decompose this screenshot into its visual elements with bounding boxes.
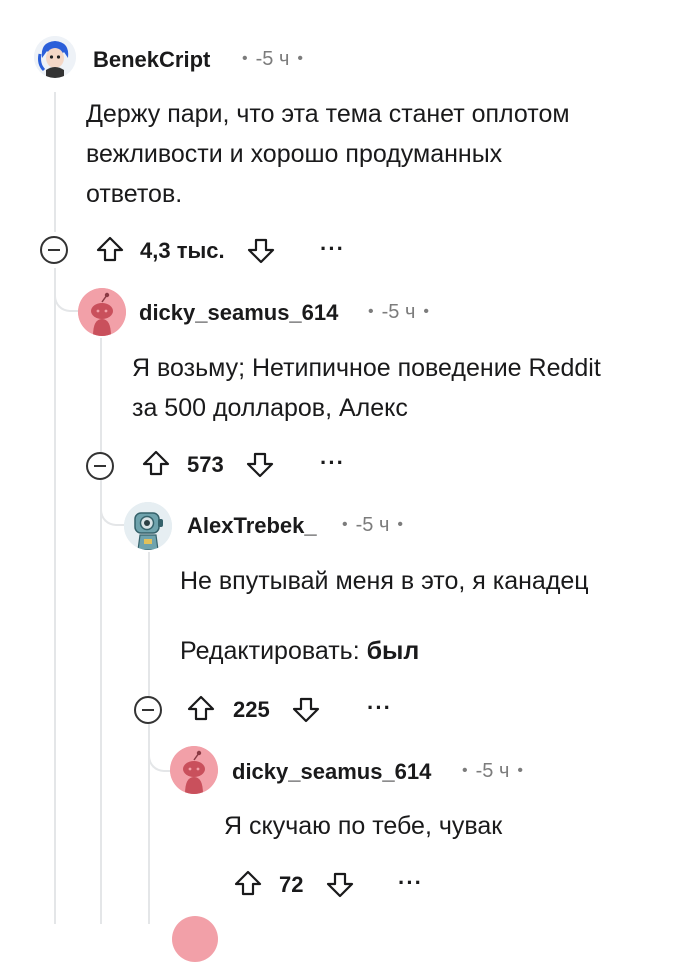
collapse-thread-button[interactable] bbox=[134, 696, 162, 724]
comment-edit-note: Редактировать: был bbox=[180, 631, 419, 671]
cartoon-avatar-blue-hair-icon bbox=[34, 36, 76, 78]
robot-avatar-icon bbox=[124, 502, 172, 550]
avatar[interactable] bbox=[172, 916, 218, 962]
comment-author[interactable]: dicky_seamus_614 bbox=[232, 759, 431, 785]
comment-body-line: Я скучаю по тебе, чувак bbox=[224, 812, 503, 840]
comment-body-line: Я возьму; Нетипичное поведение Reddit bbox=[132, 354, 601, 382]
comment-meta: • -5 ч • bbox=[462, 760, 523, 782]
comment-body: Я возьму; Нетипичное поведение Reddit за… bbox=[132, 348, 601, 428]
comment-body-line: вежливости и хорошо продуманных bbox=[86, 140, 503, 168]
comment-body: Я скучаю по тебе, чувак bbox=[224, 806, 502, 846]
thread-line-level-1 bbox=[54, 92, 56, 232]
comment-body-line: ответов. bbox=[86, 180, 183, 208]
edit-text: был bbox=[366, 637, 420, 665]
comment-time: -5 ч bbox=[381, 301, 416, 323]
upvote-icon[interactable] bbox=[95, 234, 125, 264]
edit-label: Редактировать: bbox=[180, 637, 360, 665]
thread-connector bbox=[100, 478, 124, 526]
vote-score: 573 bbox=[187, 452, 224, 477]
thread-line-level-1 bbox=[54, 268, 56, 924]
comment-time: -5 ч bbox=[355, 514, 390, 536]
upvote-icon[interactable] bbox=[233, 868, 263, 898]
comment-author[interactable]: dicky_seamus_614 bbox=[139, 300, 338, 326]
more-options-button[interactable]: ··· bbox=[367, 695, 392, 721]
thread-connector bbox=[148, 724, 170, 772]
downvote-icon[interactable] bbox=[246, 236, 276, 266]
comment-time: -5 ч bbox=[255, 48, 290, 70]
avatar[interactable] bbox=[124, 502, 172, 550]
thread-line-level-2 bbox=[100, 478, 102, 924]
comment-body: Не впутывай меня в это, я канадец bbox=[180, 561, 589, 601]
upvote-icon[interactable] bbox=[141, 448, 171, 478]
vote-score: 225 bbox=[233, 697, 270, 722]
comment-body-line: за 500 долларов, Алекс bbox=[132, 394, 408, 422]
comment-meta: • -5 ч • bbox=[342, 514, 403, 536]
snoo-avatar-icon bbox=[170, 746, 218, 794]
upvote-icon[interactable] bbox=[186, 693, 216, 723]
comment-meta: • -5 ч • bbox=[242, 48, 303, 70]
downvote-icon[interactable] bbox=[245, 450, 275, 480]
avatar[interactable] bbox=[34, 36, 76, 78]
more-options-button[interactable]: ··· bbox=[320, 450, 345, 476]
more-options-button[interactable]: ··· bbox=[320, 236, 345, 262]
thread-line-level-2 bbox=[100, 338, 102, 454]
comment-author[interactable]: AlexTrebek_ bbox=[187, 513, 317, 539]
vote-score: 72 bbox=[279, 872, 304, 897]
thread-line-level-3 bbox=[148, 552, 150, 698]
comment-body-line: Не впутывай меня в это, я канадец bbox=[180, 567, 589, 595]
downvote-icon[interactable] bbox=[291, 695, 321, 725]
downvote-icon[interactable] bbox=[325, 870, 355, 900]
collapse-thread-button[interactable] bbox=[40, 236, 68, 264]
comment-time: -5 ч bbox=[475, 760, 510, 782]
thread-connector bbox=[54, 268, 80, 312]
avatar[interactable] bbox=[78, 288, 126, 336]
snoo-avatar-icon bbox=[78, 288, 126, 336]
avatar[interactable] bbox=[170, 746, 218, 794]
vote-score: 4,3 тыс. bbox=[140, 238, 225, 263]
comment-author[interactable]: BenekCript bbox=[93, 47, 210, 73]
comment-meta: • -5 ч • bbox=[368, 301, 429, 323]
collapse-thread-button[interactable] bbox=[86, 452, 114, 480]
comment-body: Держу пари, что эта тема станет оплотом … bbox=[86, 94, 570, 214]
more-options-button[interactable]: ··· bbox=[398, 870, 423, 896]
comment-body-line: Держу пари, что эта тема станет оплотом bbox=[86, 100, 570, 128]
